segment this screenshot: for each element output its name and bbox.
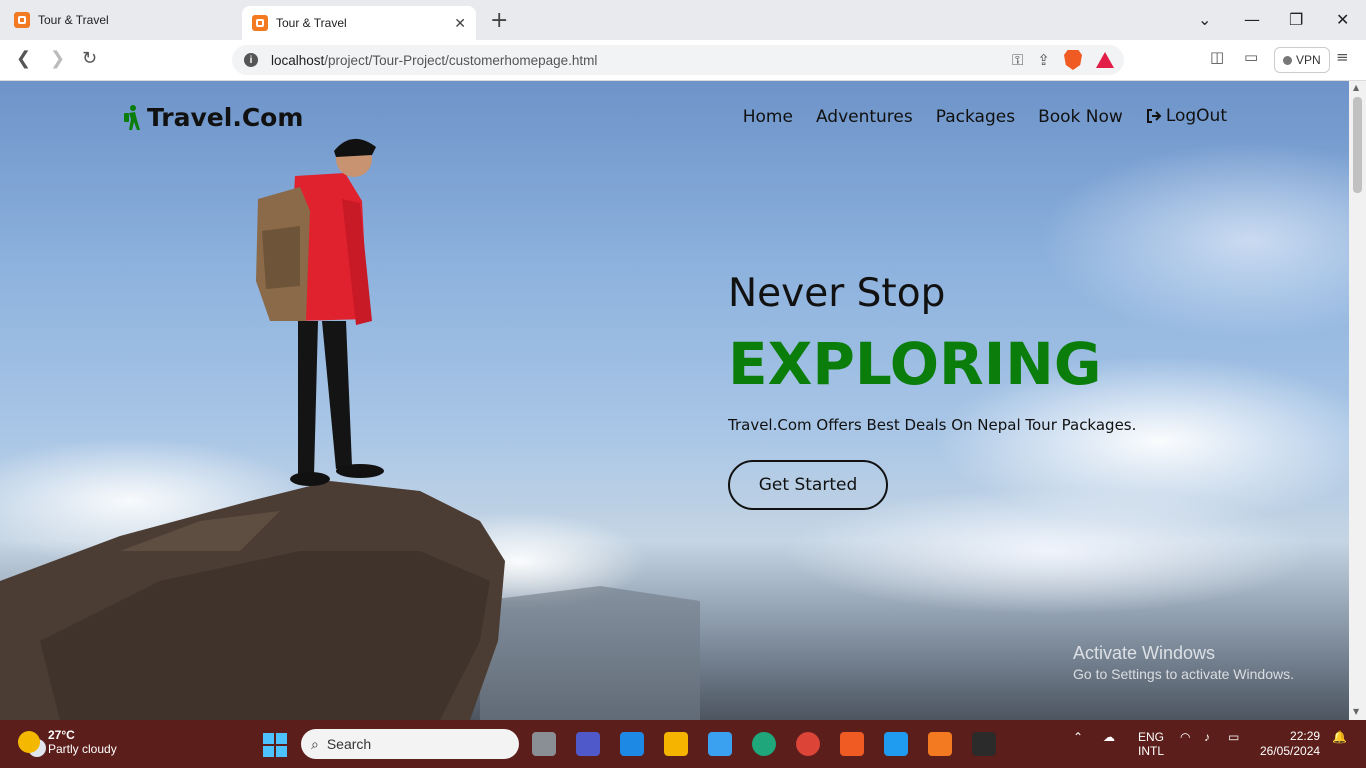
tab-search-chevron-icon[interactable]: ⌄ xyxy=(1198,10,1211,29)
browser-tabbar: Tour & Travel Tour & Travel ✕ + ⌄ — ❐ ✕ xyxy=(0,0,1366,40)
nav-packages[interactable]: Packages xyxy=(936,107,1015,127)
brave-taskbar-icon[interactable] xyxy=(840,732,864,756)
taskbar-search[interactable]: ⌕ Search xyxy=(301,729,519,759)
chrome-icon[interactable] xyxy=(796,732,820,756)
url-text[interactable]: localhost/project/Tour-Project/customerh… xyxy=(271,53,597,68)
tab-title: Tour & Travel xyxy=(276,16,347,30)
microsoft-store-icon[interactable] xyxy=(708,732,732,756)
vscode-icon[interactable] xyxy=(884,732,908,756)
logout-label: LogOut xyxy=(1165,106,1227,126)
partly-cloudy-icon xyxy=(18,731,40,753)
site-logo[interactable]: Travel.Com xyxy=(122,103,303,132)
nav-adventures[interactable]: Adventures xyxy=(816,107,913,127)
onedrive-cloud-icon[interactable]: ☁ xyxy=(1103,730,1115,744)
vpn-button[interactable]: VPN xyxy=(1274,47,1330,73)
volume-icon[interactable]: ♪ xyxy=(1204,730,1210,744)
xampp-icon[interactable] xyxy=(928,732,952,756)
start-button-icon[interactable] xyxy=(263,733,287,757)
nav-logout[interactable]: LogOut xyxy=(1146,105,1227,127)
address-bar[interactable]: i localhost/project/Tour-Project/custome… xyxy=(232,45,1124,75)
site-info-icon[interactable]: i xyxy=(244,53,258,67)
search-placeholder: Search xyxy=(326,736,372,752)
hero-content: Never Stop EXPLORING Travel.Com Offers B… xyxy=(728,271,1136,510)
vpn-status-icon xyxy=(1283,55,1292,65)
close-window-button[interactable]: ✕ xyxy=(1336,10,1349,29)
hero-heading: Never Stop xyxy=(728,271,946,316)
back-button[interactable]: ❮ xyxy=(16,48,31,69)
logo-text: Travel.Com xyxy=(147,103,304,132)
brave-shields-icon[interactable] xyxy=(1064,50,1082,70)
hiker-on-rock-image xyxy=(0,138,700,720)
system-clock[interactable]: 22:29 26/05/2024 xyxy=(1260,729,1320,759)
nav-book-now[interactable]: Book Now xyxy=(1038,107,1123,127)
reload-button[interactable]: ↻ xyxy=(82,48,97,69)
sidebar-toggle-icon[interactable]: ◫ xyxy=(1210,48,1224,66)
edge-icon[interactable] xyxy=(752,732,776,756)
watermark-subtitle: Go to Settings to activate Windows. xyxy=(1073,666,1294,682)
brave-rewards-icon[interactable] xyxy=(1096,52,1114,68)
battery-icon[interactable]: ▭ xyxy=(1228,730,1239,744)
main-nav: Home Adventures Packages Book Now LogOut xyxy=(743,105,1227,127)
get-started-button[interactable]: Get Started xyxy=(728,460,888,510)
hero-background: Travel.Com Home Adventures Packages Book… xyxy=(0,81,1349,720)
teams-icon[interactable] xyxy=(576,732,600,756)
scroll-down-icon[interactable]: ▼ xyxy=(1353,707,1359,716)
task-view-icon[interactable] xyxy=(532,732,556,756)
forward-button[interactable]: ❯ xyxy=(50,48,65,69)
weather-desc: Partly cloudy xyxy=(48,742,117,756)
notifications-bell-icon[interactable]: 🔔 xyxy=(1332,730,1347,744)
new-tab-button[interactable]: + xyxy=(490,8,508,33)
show-hidden-icons-chevron-icon[interactable]: ⌃ xyxy=(1073,730,1083,744)
file-explorer-icon[interactable] xyxy=(664,732,688,756)
search-icon: ⌕ xyxy=(311,735,319,752)
minimize-button[interactable]: — xyxy=(1244,10,1260,29)
logout-icon xyxy=(1146,109,1162,123)
hero-highlight: EXPLORING xyxy=(728,330,1102,398)
key-icon[interactable]: ⚿ xyxy=(1012,51,1023,69)
weather-temp: 27°C xyxy=(48,728,75,742)
share-icon[interactable]: ⇪ xyxy=(1037,51,1050,69)
browser-tab-1[interactable]: Tour & Travel xyxy=(4,6,236,34)
xampp-favicon-icon xyxy=(252,15,268,31)
page-scrollbar[interactable]: ▲ ▼ xyxy=(1349,81,1366,720)
scrollbar-thumb[interactable] xyxy=(1353,97,1362,193)
wallet-icon[interactable]: ▭ xyxy=(1244,48,1258,66)
vpn-label: VPN xyxy=(1296,53,1321,67)
hero-tagline: Travel.Com Offers Best Deals On Nepal To… xyxy=(728,416,1137,434)
tab-title: Tour & Travel xyxy=(38,13,109,27)
activate-windows-watermark: Activate Windows Go to Settings to activ… xyxy=(1073,643,1294,682)
scroll-up-icon[interactable]: ▲ xyxy=(1353,83,1359,92)
menu-hamburger-icon[interactable]: ≡ xyxy=(1336,48,1349,66)
wifi-icon[interactable]: ◠ xyxy=(1180,730,1190,744)
terminal-icon[interactable] xyxy=(972,732,996,756)
clock-date: 26/05/2024 xyxy=(1260,744,1321,758)
clock-time: 22:29 xyxy=(1290,729,1321,743)
xampp-favicon-icon xyxy=(14,12,30,28)
browser-tab-2[interactable]: Tour & Travel ✕ xyxy=(242,6,476,40)
watermark-title: Activate Windows xyxy=(1073,643,1216,663)
hiker-icon xyxy=(124,104,140,130)
mail-icon[interactable] xyxy=(620,732,644,756)
restore-button[interactable]: ❐ xyxy=(1289,10,1303,29)
windows-taskbar: 27°C Partly cloudy ⌕ Search ⌃ ☁ ENG INTL… xyxy=(0,720,1366,768)
language-indicator[interactable]: ENG INTL xyxy=(1138,730,1164,758)
site-header: Travel.Com Home Adventures Packages Book… xyxy=(0,81,1349,161)
browser-toolbar: ❮ ❯ ↻ i localhost/project/Tour-Project/c… xyxy=(0,40,1366,81)
nav-home[interactable]: Home xyxy=(743,107,793,127)
close-tab-icon[interactable]: ✕ xyxy=(454,15,466,32)
weather-widget[interactable]: 27°C Partly cloudy xyxy=(18,728,117,756)
